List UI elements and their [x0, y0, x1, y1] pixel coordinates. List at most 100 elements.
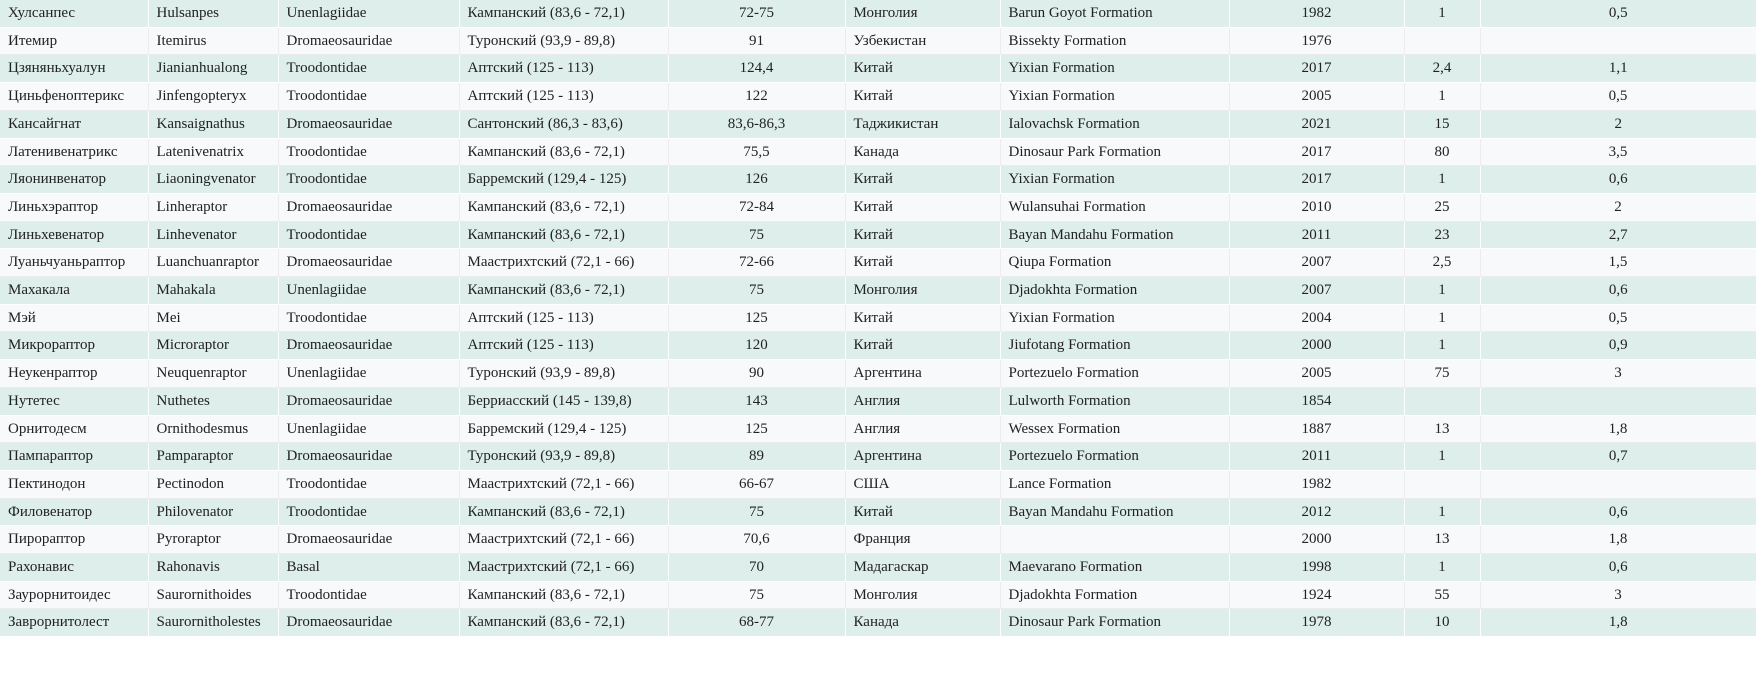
- table-row: Пирораптор Pyroraptor Dromaeosauridae Мааст…: [0, 525, 1756, 555]
- cell-age: 125: [668, 415, 846, 444]
- cell-latin: Microraptor: [148, 331, 279, 361]
- cell-ru_name: Рахонавис: [0, 553, 149, 582]
- cell-length: [1404, 27, 1481, 56]
- cell-latin: Liaoningvenator: [148, 165, 279, 194]
- cell-year: 2007: [1229, 248, 1405, 278]
- cell-latin: Saurornithoides: [148, 581, 279, 610]
- cell-family: Dromaeosauridae: [278, 27, 460, 56]
- cell-ru_name: Махакала: [0, 276, 149, 305]
- cell-country: Канада: [845, 608, 1001, 638]
- cell-stage: Кампанский (83,6 - 72,1): [459, 276, 669, 305]
- cell-family: Dromaeosauridae: [278, 193, 460, 222]
- cell-family: Unenlagiidae: [278, 415, 460, 444]
- cell-latin: Mahakala: [148, 276, 279, 305]
- cell-year: 1854: [1229, 387, 1405, 416]
- cell-stage: Туронский (93,9 - 89,8): [459, 27, 669, 56]
- cell-mass: 3,5: [1480, 138, 1756, 167]
- cell-age: 72-75: [668, 0, 846, 28]
- cell-year: 2011: [1229, 442, 1405, 471]
- cell-latin: Saurornitholestes: [148, 608, 279, 638]
- cell-stage: Сантонский (86,3 - 83,6): [459, 110, 669, 139]
- cell-family: Dromaeosauridae: [278, 387, 460, 416]
- cell-stage: Кампанский (83,6 - 72,1): [459, 193, 669, 222]
- cell-formation: Yixian Formation: [1000, 54, 1230, 84]
- cell-age: 72-84: [668, 193, 846, 222]
- table-row: Кансайгнат Kansaignathus Dromaeosauridae Са…: [0, 110, 1756, 139]
- cell-stage: Туронский (93,9 - 89,8): [459, 359, 669, 388]
- cell-mass: 1,8: [1480, 525, 1756, 555]
- table-row: Микрораптор Microraptor Dromaeosauridae Апт…: [0, 331, 1756, 361]
- cell-formation: Dinosaur Park Formation: [1000, 138, 1230, 167]
- cell-year: 2004: [1229, 304, 1405, 333]
- cell-ru_name: Кансайгнат: [0, 110, 149, 139]
- cell-length: 10: [1404, 608, 1481, 638]
- cell-length: 1: [1404, 165, 1481, 194]
- cell-formation: Bissekty Formation: [1000, 27, 1230, 56]
- cell-mass: [1480, 27, 1756, 56]
- cell-formation: Portezuelo Formation: [1000, 359, 1230, 388]
- cell-formation: Djadokhta Formation: [1000, 581, 1230, 610]
- cell-stage: Маастрихтский (72,1 - 66): [459, 248, 669, 278]
- cell-family: Dromaeosauridae: [278, 110, 460, 139]
- cell-latin: Ornithodesmus: [148, 415, 279, 444]
- table-row: Мэй Mei Troodontidae Аптский (125 - 113) 125…: [0, 304, 1756, 333]
- cell-year: 2017: [1229, 165, 1405, 194]
- cell-mass: 3: [1480, 581, 1756, 610]
- table-row: Цзяняньхуалун Jianianhualong Troodontidae А…: [0, 54, 1756, 84]
- cell-mass: 2: [1480, 193, 1756, 222]
- cell-formation: Ialovachsk Formation: [1000, 110, 1230, 139]
- cell-year: 2005: [1229, 82, 1405, 111]
- cell-stage: Маастрихтский (72,1 - 66): [459, 525, 669, 555]
- cell-latin: Hulsanpes: [148, 0, 279, 28]
- cell-latin: Jianianhualong: [148, 54, 279, 84]
- cell-country: Китай: [845, 498, 1001, 527]
- cell-country: Мадагаскар: [845, 553, 1001, 582]
- cell-latin: Kansaignathus: [148, 110, 279, 139]
- cell-year: 2017: [1229, 138, 1405, 167]
- cell-stage: Аптский (125 - 113): [459, 54, 669, 84]
- cell-stage: Берриасский (145 - 139,8): [459, 387, 669, 416]
- cell-formation: Qiupa Formation: [1000, 248, 1230, 278]
- cell-length: 1: [1404, 82, 1481, 111]
- cell-family: Dromaeosauridae: [278, 525, 460, 555]
- table-row: Циньфеноптерикс Jinfengopteryx Troodontida…: [0, 82, 1756, 111]
- cell-year: 1982: [1229, 470, 1405, 499]
- cell-ru_name: Микрораптор: [0, 331, 149, 361]
- cell-year: 2005: [1229, 359, 1405, 388]
- cell-family: Troodontidae: [278, 165, 460, 194]
- cell-country: Китай: [845, 331, 1001, 361]
- cell-latin: Mei: [148, 304, 279, 333]
- cell-family: Dromaeosauridae: [278, 331, 460, 361]
- cell-country: Аргентина: [845, 359, 1001, 388]
- cell-mass: 1,8: [1480, 608, 1756, 638]
- table-row: Заврорнитолест Saurornitholestes Dromaeosa…: [0, 608, 1756, 638]
- cell-mass: [1480, 387, 1756, 416]
- cell-latin: Neuquenraptor: [148, 359, 279, 388]
- cell-formation: Bayan Mandahu Formation: [1000, 498, 1230, 527]
- cell-country: Монголия: [845, 0, 1001, 28]
- cell-year: 1887: [1229, 415, 1405, 444]
- cell-latin: Pectinodon: [148, 470, 279, 499]
- table-row: Заурорнитоидес Saurornithoides Troodontida…: [0, 581, 1756, 610]
- cell-country: Китай: [845, 193, 1001, 222]
- cell-family: Dromaeosauridae: [278, 248, 460, 278]
- cell-mass: 0,7: [1480, 442, 1756, 471]
- cell-mass: 1,8: [1480, 415, 1756, 444]
- cell-ru_name: Заврорнитолест: [0, 608, 149, 638]
- cell-country: Монголия: [845, 276, 1001, 305]
- cell-ru_name: Орнитодесм: [0, 415, 149, 444]
- cell-year: 2017: [1229, 54, 1405, 84]
- cell-latin: Philovenator: [148, 498, 279, 527]
- cell-age: 75: [668, 581, 846, 610]
- cell-length: 13: [1404, 525, 1481, 555]
- cell-stage: Туронский (93,9 - 89,8): [459, 442, 669, 471]
- table-row: Пектинодон Pectinodon Troodontidae Маастрих…: [0, 470, 1756, 499]
- cell-stage: Кампанский (83,6 - 72,1): [459, 0, 669, 28]
- cell-length: [1404, 387, 1481, 416]
- cell-latin: Linheraptor: [148, 193, 279, 222]
- cell-country: Англия: [845, 415, 1001, 444]
- cell-latin: Itemirus: [148, 27, 279, 56]
- cell-ru_name: Нутетес: [0, 387, 149, 416]
- cell-year: 1998: [1229, 553, 1405, 582]
- table-row: Рахонавис Rahonavis Basal Маастрихтский (72…: [0, 553, 1756, 582]
